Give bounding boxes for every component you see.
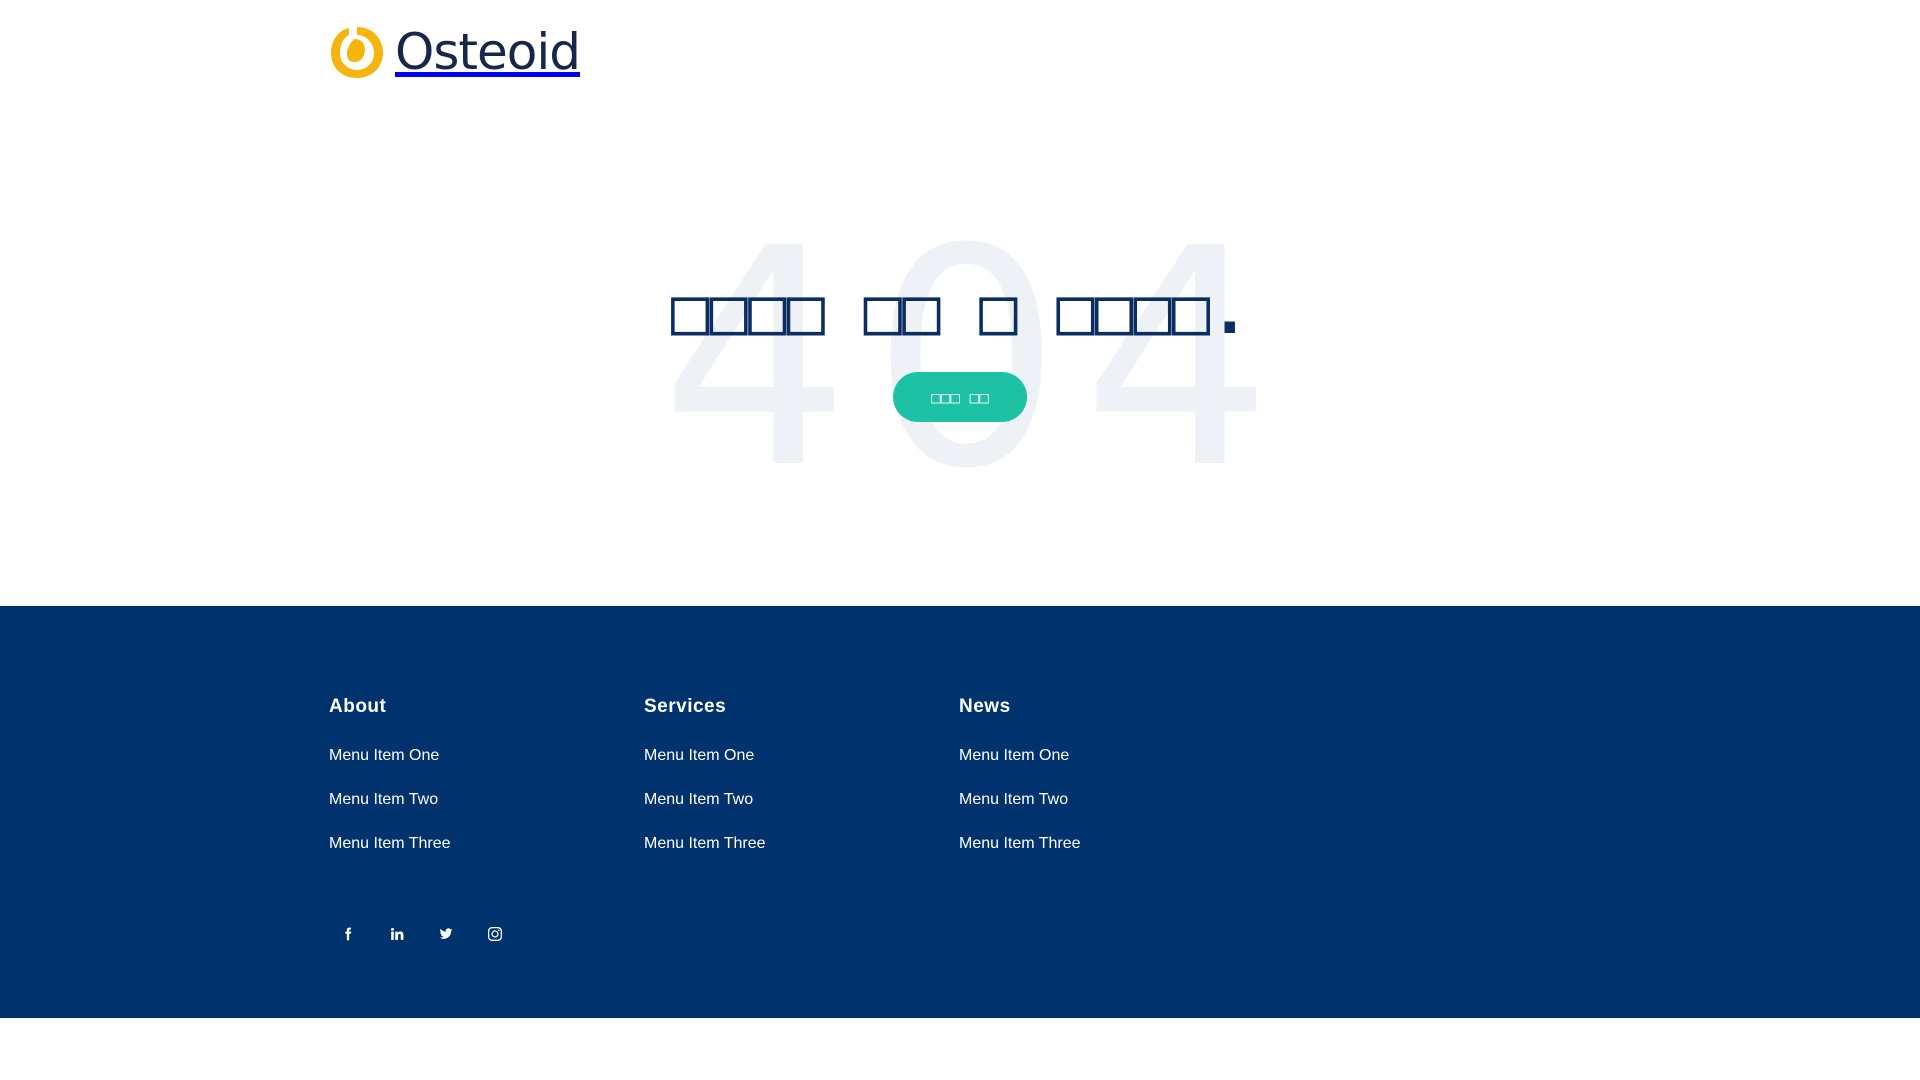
footer-column-title: About [329,696,387,717]
site-footer: About Menu Item One Menu Item Two Menu I… [0,606,1920,1018]
footer-column-title: Services [644,696,727,717]
page-not-found-heading: □□□□ □□ □ □□□□. [671,275,1249,349]
footer-link[interactable]: Menu Item Two [959,792,1259,808]
error-hero: 404 □□□□ □□ □ □□□□. □□□ □□ [0,110,1920,606]
footer-column-about: About Menu Item One Menu Item Two Menu I… [329,696,629,852]
instagram-icon [488,927,502,941]
site-header: Osteoid [0,0,1920,110]
footer-column-services: Services Menu Item One Menu Item Two Men… [644,696,944,852]
brand-name: Osteoid [395,23,581,81]
facebook-link[interactable] [329,920,367,948]
social-links [329,920,525,948]
footer-link[interactable]: Menu Item Two [644,792,944,808]
footer-column-news: News Menu Item One Menu Item Two Menu It… [959,696,1259,852]
footer-link[interactable]: Menu Item Two [329,792,629,808]
go-home-button[interactable]: □□□ □□ [893,372,1027,422]
footer-link[interactable]: Menu Item One [959,748,1259,764]
linkedin-link[interactable] [378,920,416,948]
twitter-icon [439,928,453,939]
footer-link[interactable]: Menu Item Three [644,836,944,852]
footer-link[interactable]: Menu Item Three [329,836,629,852]
instagram-link[interactable] [476,920,514,948]
footer-link[interactable]: Menu Item One [644,748,944,764]
osteoid-logo-icon [331,27,383,78]
facebook-icon [345,927,352,941]
footer-link[interactable]: Menu Item Three [959,836,1259,852]
footer-column-title: News [959,696,1011,717]
site-logo-link[interactable]: Osteoid [329,23,581,81]
background-404-text: 404 [660,185,1293,534]
twitter-link[interactable] [427,920,465,948]
linkedin-icon [391,927,404,940]
page-bottom-strip [0,1018,1920,1080]
footer-link[interactable]: Menu Item One [329,748,629,764]
